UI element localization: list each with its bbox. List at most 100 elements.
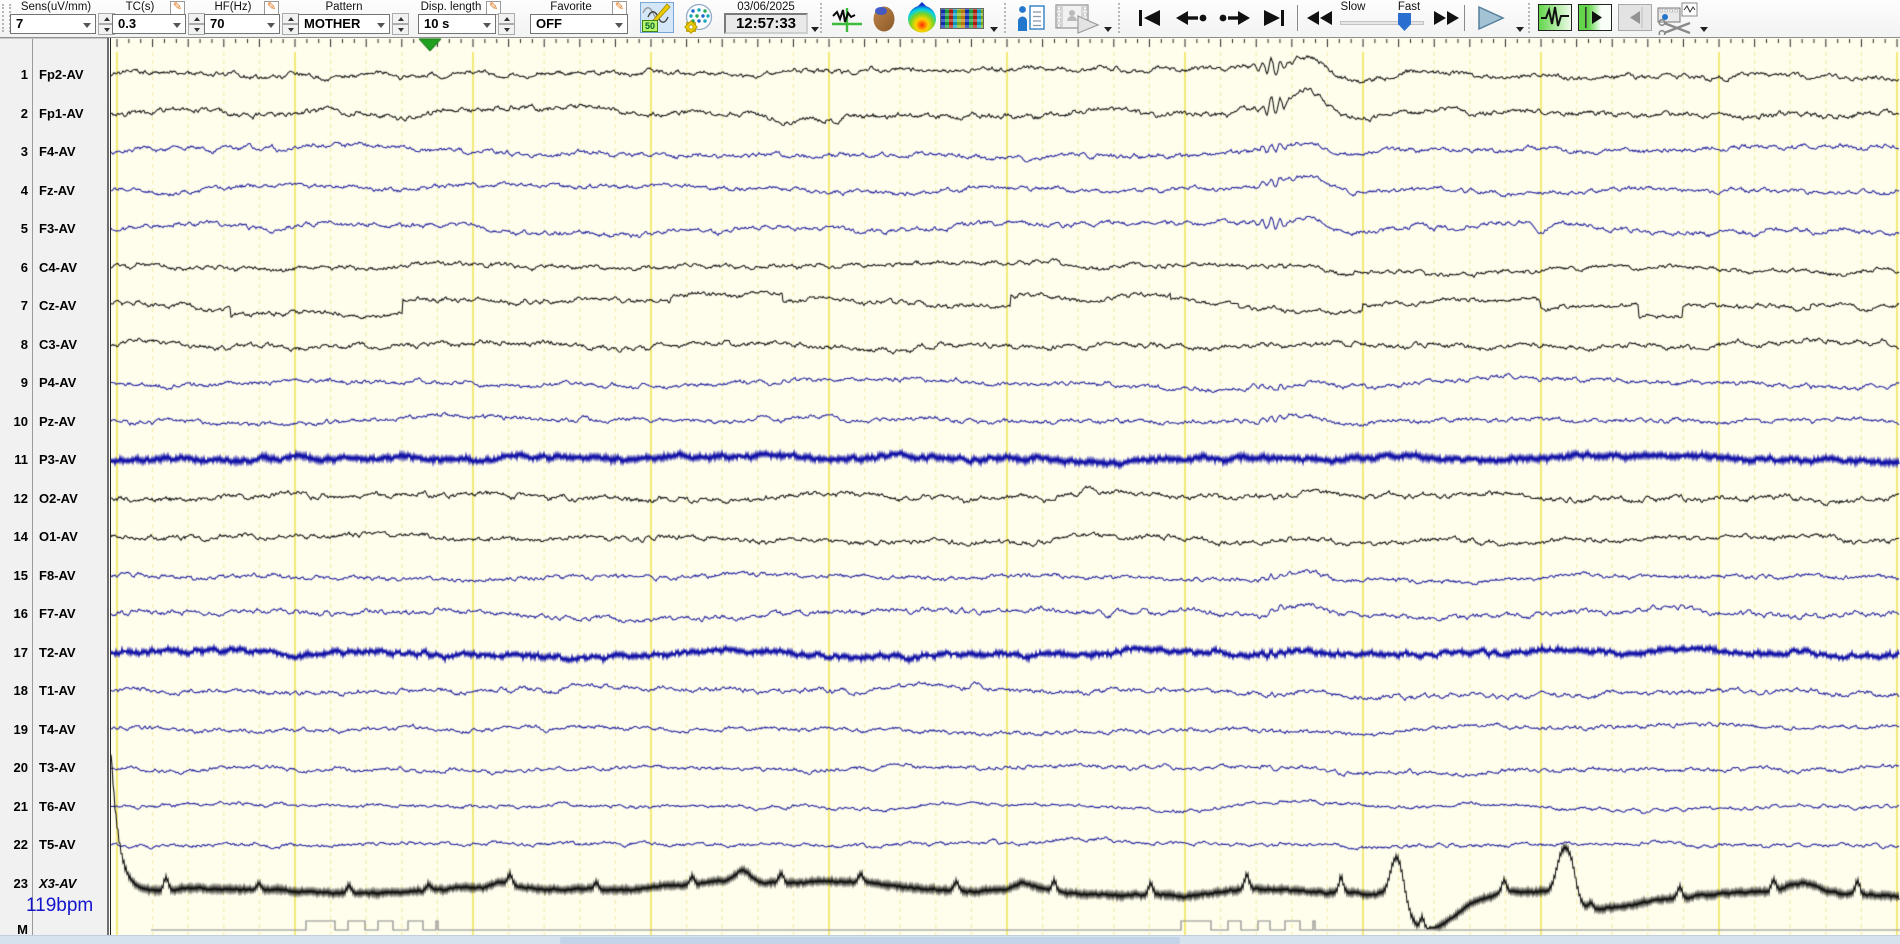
channel-row[interactable]: 1 Fp2-AV [0, 67, 107, 85]
spinner-down-button[interactable] [392, 24, 409, 35]
gear-icon [684, 20, 698, 34]
topo-map-button[interactable] [904, 2, 940, 39]
spinner-down-icon [103, 27, 110, 32]
toolbar-separator [1464, 5, 1465, 31]
spinner-up-button[interactable] [392, 13, 409, 24]
play-dropdown-caret-icon[interactable] [1516, 27, 1524, 32]
video-clip-cut-button[interactable] [1656, 1, 1700, 40]
time-display[interactable]: 12:57:33 [724, 13, 808, 34]
channel-row[interactable]: 15 F8-AV [0, 568, 107, 586]
spinner-down-button[interactable] [188, 24, 205, 35]
hf-pencil-icon[interactable]: ✎ [264, 1, 279, 15]
spinner-up-button[interactable] [188, 13, 205, 24]
channel-row[interactable]: 16 F7-AV [0, 606, 107, 624]
clip-dropdown-caret-icon[interactable] [1700, 27, 1708, 32]
channel-name: O2-AV [39, 490, 78, 506]
channel-row[interactable]: 7 Cz-AV [0, 298, 107, 316]
channel-row[interactable]: 14 O1-AV [0, 529, 107, 547]
channel-number: 21 [13, 798, 28, 814]
toolbar-separator [1297, 5, 1298, 31]
dsa-trend-button[interactable] [940, 8, 984, 29]
channel-number: 22 [13, 837, 28, 852]
time-dropdown-caret-icon[interactable] [811, 27, 819, 32]
page-forward-button[interactable] [1216, 7, 1254, 34]
channel-row[interactable]: 18 T1-AV [0, 683, 107, 701]
horizontal-scrollbar[interactable] [0, 935, 1900, 944]
channel-number: 23 [13, 876, 28, 891]
channel-row[interactable]: 9 P4-AV [0, 375, 107, 393]
horizontal-scrollbar-thumb[interactable] [560, 937, 1180, 944]
spinner-down-button[interactable] [498, 24, 515, 35]
channel-row[interactable]: 21 T6-AV [0, 799, 107, 817]
channel-row[interactable]: 12 O2-AV [0, 491, 107, 509]
channel-number: 16 [13, 606, 28, 621]
disp-length-combobox[interactable]: 10 s [418, 14, 496, 34]
channel-row[interactable]: 5 F3-AV [0, 221, 107, 239]
topo-map-icon [908, 2, 936, 33]
head-3d-map-button[interactable] [868, 2, 900, 39]
channel-number: 2 [20, 105, 28, 121]
channel-row[interactable]: 3 F4-AV [0, 144, 107, 162]
trend-review-button[interactable] [1538, 4, 1572, 31]
speed-slider-track[interactable] [1340, 21, 1424, 25]
channel-row[interactable]: 23 X3-AV [0, 876, 107, 894]
video-review-button[interactable] [1054, 3, 1100, 39]
page-back-button[interactable] [1172, 7, 1210, 34]
channel-row[interactable]: 6 C4-AV [0, 260, 107, 278]
channel-row[interactable]: 20 T3-AV [0, 760, 107, 778]
eeg-trace-canvas[interactable] [111, 38, 1900, 935]
go-last-button[interactable] [1260, 7, 1288, 34]
channel-row[interactable]: 22 T5-AV [0, 837, 107, 855]
waveform-marker-button[interactable] [830, 3, 864, 38]
back-gray-icon [1630, 7, 1643, 28]
speed-slider-thumb[interactable] [1398, 13, 1411, 31]
notch-filter-button[interactable]: 50 [640, 2, 674, 33]
video-dropdown-caret-icon[interactable] [1104, 27, 1112, 32]
channel-row[interactable]: 8 C3-AV [0, 337, 107, 355]
channel-number: 3 [20, 144, 28, 159]
hf-combobox[interactable]: 70 [204, 14, 280, 34]
channel-row[interactable]: 4 Fz-AV [0, 183, 107, 201]
hf-label: HF(Hz) [214, 1, 252, 13]
channel-row[interactable]: 11 P3-AV [0, 452, 107, 470]
channel-name: F8-AV [39, 567, 76, 583]
channel-name: P3-AV [39, 452, 77, 467]
trace-area [110, 38, 1900, 935]
channel-number: 20 [13, 760, 28, 775]
channel-row[interactable]: 10 Pz-AV [0, 414, 107, 432]
play-marker-button[interactable] [1578, 4, 1612, 31]
spinner-up-icon [397, 16, 404, 21]
fast-forward-button[interactable] [1430, 7, 1462, 34]
sens-label: Sens(uV/mm) [20, 1, 92, 13]
channel-name: Fp1-AV [39, 105, 84, 121]
tc-pencil-icon[interactable]: ✎ [170, 1, 185, 15]
favorite-pencil-icon[interactable]: ✎ [612, 1, 627, 15]
spinner-up-button[interactable] [498, 13, 515, 24]
channel-number: 1 [20, 67, 28, 82]
channel-name: T3-AV [39, 760, 76, 775]
channel-row[interactable]: 2 Fp1-AV [0, 106, 107, 124]
electrode-map-settings-button[interactable] [682, 3, 716, 39]
spinner-down-button[interactable] [282, 24, 299, 35]
channel-panel: 1 Fp2-AV 2 Fp1-AV 3 F4-AV 4 Fz-AV 5 F3-AV 6 C4-AV 7 C… [0, 38, 107, 937]
play-button[interactable] [1474, 4, 1508, 37]
rewind-button[interactable] [1304, 7, 1336, 34]
analysis-dropdown-caret-icon[interactable] [990, 27, 998, 32]
panel-edge-divider [107, 38, 109, 935]
toolbar-separator [1118, 3, 1120, 33]
spinner-up-button[interactable] [282, 13, 299, 24]
tc-combobox[interactable]: 0.3 [112, 14, 186, 34]
pattern-combobox[interactable]: MOTHER [298, 14, 390, 34]
favorite-combobox[interactable]: OFF [530, 14, 628, 34]
go-first-button[interactable] [1136, 7, 1164, 34]
toolbar-separator [1528, 3, 1530, 33]
channel-number: 11 [14, 452, 28, 467]
channel-row[interactable]: 19 T4-AV [0, 722, 107, 740]
channel-name: C3-AV [39, 336, 78, 352]
sens-combobox[interactable]: 7 [10, 14, 96, 34]
channel-name: P4-AV [39, 375, 77, 390]
channel-number: 19 [13, 721, 28, 737]
back-disabled-button[interactable] [1618, 4, 1652, 31]
channel-row[interactable]: 17 T2-AV [0, 645, 107, 663]
patient-info-button[interactable] [1016, 4, 1046, 37]
